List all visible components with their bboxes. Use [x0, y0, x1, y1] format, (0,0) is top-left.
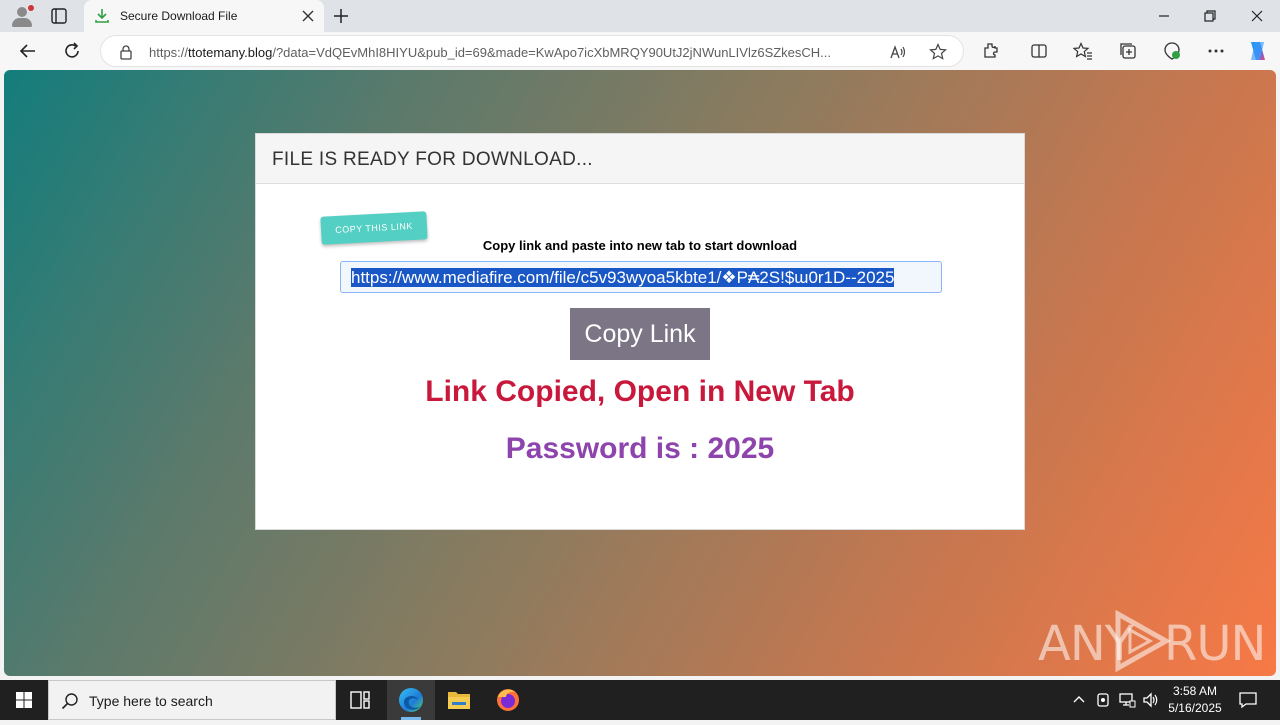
show-hidden-icons-chevron-icon[interactable]	[1070, 691, 1088, 709]
more-options-icon[interactable]	[1206, 41, 1226, 61]
url-text[interactable]: https://ttotemany.blog/?data=VdQEvMhI8HI…	[149, 45, 885, 60]
anyrun-watermark: ANY RUN	[1038, 606, 1266, 676]
search-icon	[61, 693, 78, 710]
tab-secure-download[interactable]: Secure Download File	[84, 0, 324, 32]
play-logo-icon	[1115, 610, 1172, 672]
card-title: FILE IS READY FOR DOWNLOAD...	[272, 149, 593, 170]
tab-actions-icon[interactable]	[50, 7, 68, 25]
taskbar-clock[interactable]: 3:58 AM 5/16/2025	[1162, 683, 1228, 717]
favorites-icon[interactable]	[1073, 41, 1093, 61]
download-link-field[interactable]: https://www.mediafire.com/file/c5v93wyoa…	[340, 261, 942, 293]
network-icon[interactable]	[1118, 691, 1136, 709]
url-host: ttotemany.blog	[188, 45, 273, 60]
taskbar-search-box[interactable]: Type here to search	[48, 680, 336, 720]
taskbar-edge-app[interactable]	[387, 680, 435, 720]
clock-time: 3:58 AM	[1172, 684, 1218, 698]
tab-title: Secure Download File	[120, 9, 238, 23]
read-aloud-icon[interactable]	[889, 43, 907, 61]
password-message: Password is : 2025	[505, 432, 775, 465]
download-instructions: Copy link and paste into new tab to star…	[482, 238, 798, 253]
profile-avatar-icon[interactable]	[8, 4, 36, 28]
url-scheme: https://	[149, 45, 189, 60]
address-bar[interactable]: https://ttotemany.blog/?data=VdQEvMhI8HI…	[100, 35, 964, 67]
split-screen-icon[interactable]	[1029, 41, 1049, 61]
page-viewport: FILE IS READY FOR DOWNLOAD... COPY THIS …	[4, 70, 1276, 676]
download-link-text: https://www.mediafire.com/file/c5v93wyoa…	[351, 268, 895, 287]
copilot-icon[interactable]	[1246, 39, 1270, 63]
bluetooth-device-icon[interactable]	[1094, 691, 1112, 709]
close-tab-icon[interactable]	[300, 8, 316, 24]
download-card: FILE IS READY FOR DOWNLOAD... COPY THIS …	[255, 133, 1025, 530]
clock-date: 5/16/2025	[1168, 701, 1222, 715]
restore-icon[interactable]	[1202, 8, 1218, 24]
new-tab-icon[interactable]	[332, 7, 350, 25]
volume-icon[interactable]	[1142, 691, 1160, 709]
add-favorite-star-icon[interactable]	[929, 43, 947, 61]
url-path: /?data=VdQEvMhI8HIYU&pub_id=69&made=KwAp…	[272, 45, 832, 60]
minimize-icon[interactable]	[1156, 8, 1172, 24]
browser-essentials-icon[interactable]	[1162, 41, 1182, 61]
watermark-run-text: RUN	[1164, 616, 1266, 672]
task-view-icon[interactable]	[336, 680, 384, 720]
close-window-icon[interactable]	[1249, 8, 1265, 24]
collections-icon[interactable]	[1118, 41, 1138, 61]
file-explorer-icon[interactable]	[435, 680, 483, 720]
windows-start-icon[interactable]	[0, 680, 48, 720]
firefox-icon[interactable]	[484, 680, 532, 720]
card-header: FILE IS READY FOR DOWNLOAD...	[256, 134, 1024, 184]
link-copied-message: Link Copied, Open in New Tab	[425, 375, 855, 408]
edge-icon	[399, 688, 423, 712]
download-icon	[95, 9, 109, 23]
lock-icon[interactable]	[119, 44, 133, 60]
windows-taskbar: Type here to search 3:58 AM 5/16/2025	[0, 680, 1280, 720]
search-placeholder: Type here to search	[89, 693, 213, 709]
refresh-icon[interactable]	[62, 41, 82, 61]
copy-link-button[interactable]: Copy Link	[570, 308, 710, 360]
extensions-icon[interactable]	[981, 41, 1001, 61]
notifications-icon[interactable]	[1238, 690, 1258, 710]
browser-tab-bar: Secure Download File	[0, 0, 1280, 32]
browser-toolbar: https://ttotemany.blog/?data=VdQEvMhI8HI…	[0, 32, 1280, 70]
back-arrow-icon[interactable]	[18, 41, 38, 61]
